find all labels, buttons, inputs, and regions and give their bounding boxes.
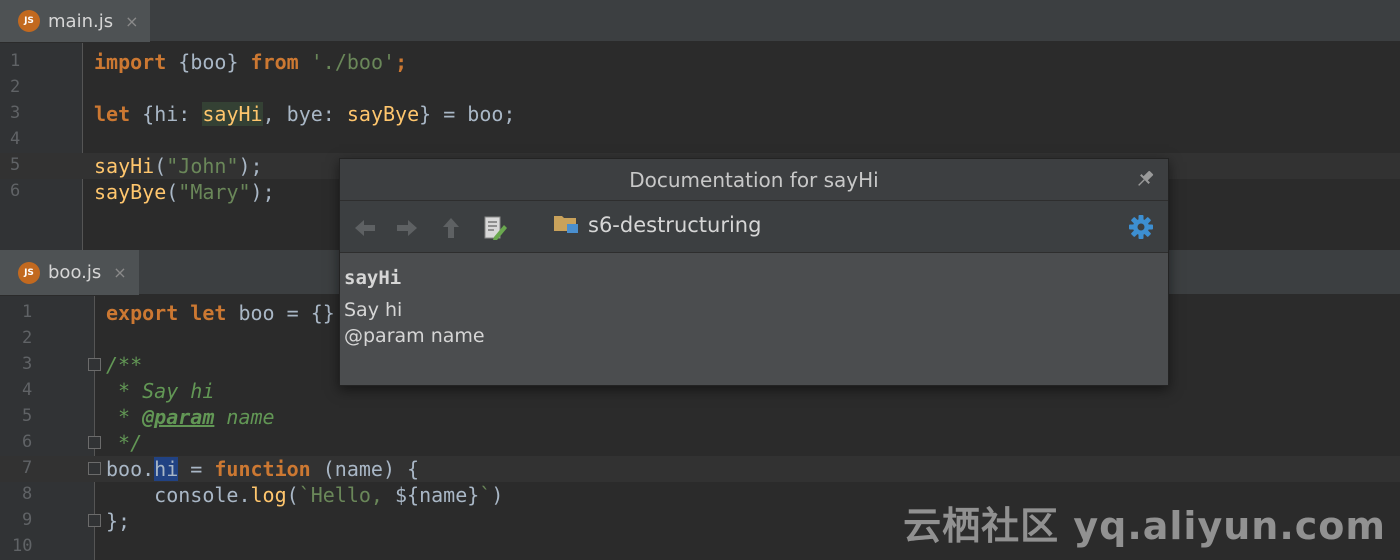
popup-toolbar: s6-destructuring	[340, 201, 1168, 253]
main-tab-bar: JS main.js ×	[0, 0, 1400, 42]
code-text: };	[106, 509, 131, 533]
up-icon[interactable]	[438, 215, 464, 241]
path-label: s6-destructuring	[588, 213, 762, 237]
code-line: 6 */	[0, 430, 1400, 456]
folder-icon	[552, 211, 580, 239]
fold-toggle-icon[interactable]	[88, 436, 101, 449]
close-tab-icon[interactable]: ×	[125, 12, 138, 31]
js-file-icon: JS	[18, 261, 40, 284]
code-line: 3 let {hi: sayHi, bye: sayBye} = boo;	[0, 101, 1400, 127]
gear-icon[interactable]	[1128, 214, 1154, 240]
code-text: import {boo} from './boo';	[94, 50, 408, 74]
code-text: sayBye("Mary");	[94, 180, 275, 204]
code-text: boo.hi = function (name) {	[106, 457, 420, 481]
documentation-popup: Documentation for sayHi s6-destructuring…	[339, 158, 1169, 386]
code-line: 2	[0, 75, 1400, 101]
tab-label: main.js	[48, 10, 114, 32]
line-number: 7	[22, 458, 33, 478]
code-text: sayHi("John");	[94, 154, 263, 178]
line-number: 3	[10, 103, 21, 123]
popup-title: Documentation for sayHi	[629, 167, 879, 192]
code-text: console.log(`Hello, ${name}`)	[106, 483, 504, 507]
line-number: 6	[22, 432, 33, 452]
line-number: 1	[22, 302, 33, 322]
code-text: export let boo = {}	[106, 301, 335, 325]
code-text: let {hi: sayHi, bye: sayBye} = boo;	[94, 102, 516, 126]
popup-body: sayHi Say hi @param name	[344, 267, 485, 347]
watermark: 云栖社区 yq.aliyun.com	[903, 504, 1386, 548]
doc-description: Say hi	[344, 299, 403, 321]
forward-icon[interactable]	[394, 215, 420, 241]
code-text: */	[106, 431, 143, 455]
code-line: 4	[0, 127, 1400, 153]
back-icon[interactable]	[352, 215, 378, 241]
code-line: 5 * @param name	[0, 404, 1400, 430]
tab-main-js[interactable]: JS main.js ×	[0, 0, 151, 42]
code-text: * @param name	[106, 405, 275, 429]
fold-toggle-icon[interactable]	[88, 462, 101, 475]
line-number: 10	[12, 536, 33, 556]
popup-title-bar: Documentation for sayHi	[340, 159, 1168, 201]
line-number: 6	[10, 181, 21, 201]
line-number: 8	[22, 484, 33, 504]
fold-toggle-icon[interactable]	[88, 358, 101, 371]
fold-toggle-icon[interactable]	[88, 514, 101, 527]
pin-icon[interactable]	[1134, 168, 1156, 190]
doc-param: @param name	[344, 325, 485, 347]
js-file-icon: JS	[18, 10, 40, 32]
code-line: 1 import {boo} from './boo';	[0, 49, 1400, 75]
code-text: /**	[106, 353, 143, 377]
line-number: 4	[22, 380, 33, 400]
doc-function-name: sayHi	[344, 267, 402, 289]
line-number: 2	[10, 77, 21, 97]
line-number: 4	[10, 129, 21, 149]
line-number: 5	[22, 406, 33, 426]
path-breadcrumb[interactable]: s6-destructuring	[552, 211, 761, 239]
line-number: 3	[22, 354, 33, 374]
tab-boo-js[interactable]: JS boo.js ×	[0, 250, 139, 295]
line-number: 2	[22, 328, 33, 348]
line-number: 9	[22, 510, 33, 530]
close-tab-icon[interactable]: ×	[113, 263, 126, 282]
code-text: * Say hi	[106, 379, 215, 403]
code-line-current: 7 boo.hi = function (name) {	[0, 456, 1400, 482]
line-number: 1	[10, 51, 21, 71]
edit-source-icon[interactable]	[482, 215, 508, 241]
line-number: 5	[10, 155, 21, 175]
tab-label: boo.js	[48, 262, 102, 283]
